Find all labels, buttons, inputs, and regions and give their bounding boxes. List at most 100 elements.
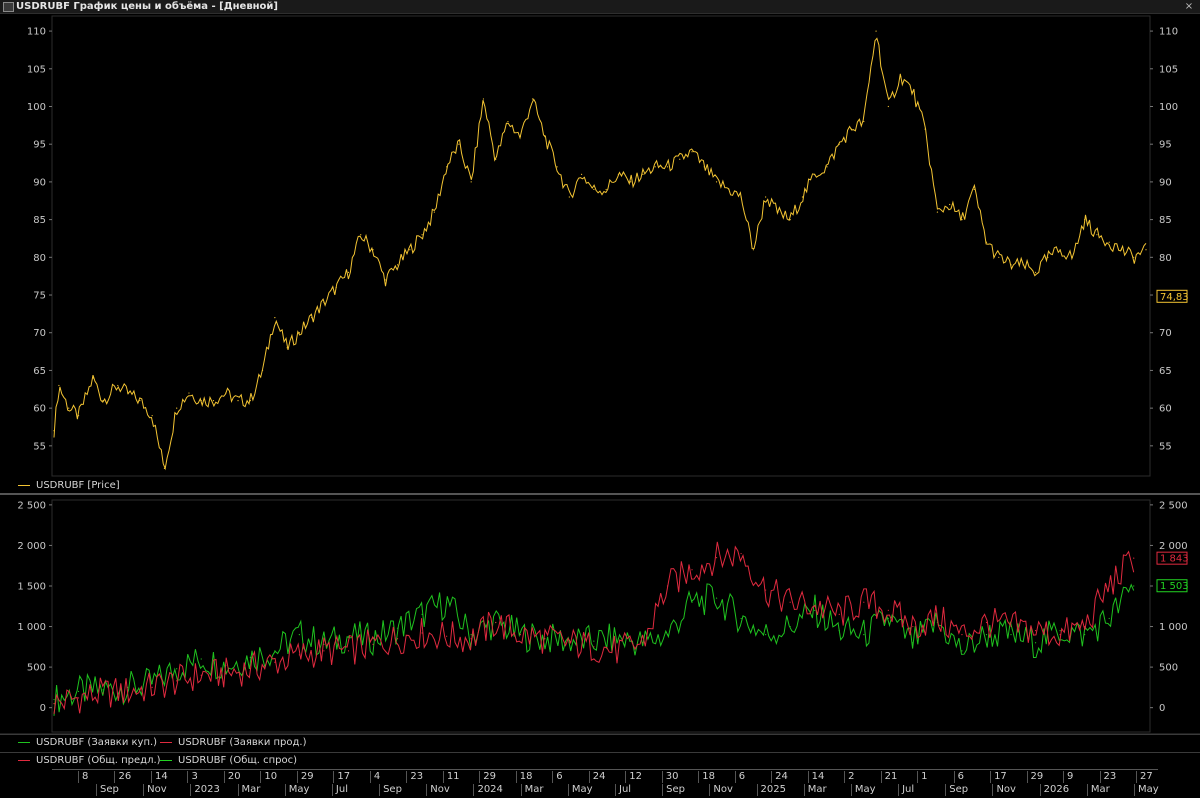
bid-orders-legend: USDRUBF (Заявки куп.): [18, 736, 157, 750]
data-point: [654, 166, 656, 168]
time-label-bottom: Mar: [524, 784, 544, 795]
time-tick: [662, 784, 664, 796]
time-tick: [615, 784, 616, 796]
time-tick: [1099, 771, 1101, 783]
total-demand-value-label: 1 503: [1160, 581, 1189, 592]
data-point: [715, 181, 718, 183]
data-point: [936, 211, 939, 213]
time-label-top: 12: [629, 771, 642, 782]
data-point: [347, 650, 350, 652]
y-tick-label-left: 1 500: [17, 581, 46, 592]
data-point: [470, 634, 472, 636]
data-point: [1084, 219, 1086, 221]
time-tick: [917, 771, 919, 783]
data-point: [68, 407, 70, 409]
data-point: [92, 377, 94, 379]
time-label-bottom: Jul: [902, 784, 915, 795]
data-point: [850, 128, 853, 130]
time-tick: [426, 784, 428, 796]
data-point: [691, 151, 693, 153]
data-point: [470, 181, 472, 183]
time-label-bottom: May: [571, 784, 593, 795]
data-point: [838, 143, 840, 145]
data-point: [912, 90, 914, 93]
price-legend-label: USDRUBF [Price]: [36, 480, 120, 491]
data-point: [666, 585, 669, 587]
data-point: [740, 552, 742, 555]
y-tick-label-right: 0: [1159, 703, 1165, 714]
data-point: [900, 75, 902, 77]
y-tick-label-right: 105: [1159, 64, 1178, 75]
time-label-top: 29: [483, 771, 497, 782]
data-point: [495, 621, 497, 624]
time-tick: [78, 771, 79, 783]
series-line-1-0: [53, 583, 1135, 716]
data-point: [1071, 256, 1073, 258]
time-label-top: 24: [775, 771, 788, 782]
data-point: [102, 399, 104, 402]
data-point: [593, 640, 595, 642]
data-point: [765, 634, 767, 636]
data-point: [752, 249, 754, 251]
data-point: [1034, 630, 1037, 632]
data-point: [1133, 256, 1135, 258]
data-point: [53, 703, 55, 705]
data-point: [568, 196, 570, 198]
order-legend-bar: USDRUBF (Заявки куп.) USDRUBF (Заявки пр…: [0, 734, 1200, 751]
time-tick: [1026, 771, 1028, 783]
time-tick: [734, 771, 736, 783]
time-label-top: 10: [264, 771, 278, 782]
time-label-bottom: Nov: [996, 784, 1016, 795]
time-label-top: 26: [118, 771, 132, 782]
time-label-top: 20: [227, 771, 241, 782]
time-tick: [223, 771, 225, 783]
y-tick-label-right: 500: [1159, 663, 1178, 674]
time-label-top: 27: [1140, 771, 1153, 782]
time-tick: [661, 771, 663, 783]
data-point: [1022, 264, 1024, 266]
time-tick: [406, 771, 408, 783]
data-point: [53, 430, 55, 432]
y-tick-label-right: 85: [1159, 215, 1172, 226]
time-label-bottom: Sep: [383, 784, 402, 795]
y-tick-label-left: 70: [33, 328, 46, 339]
data-point: [949, 203, 951, 206]
total-demand-label: USDRUBF (Общ. спрос): [178, 755, 298, 766]
time-tick: [515, 771, 517, 783]
data-point: [274, 650, 276, 652]
data-point: [1084, 625, 1086, 628]
y-tick-label-left: 95: [33, 140, 46, 151]
y-tick-label-left: 100: [27, 102, 46, 113]
time-label-top: 4: [373, 771, 381, 782]
data-point: [298, 332, 300, 334]
data-point: [814, 609, 816, 611]
y-tick-label-left: 105: [27, 64, 46, 75]
data-point: [274, 661, 276, 663]
time-label-top: 24: [592, 771, 606, 782]
y-tick-label-left: 500: [27, 663, 46, 674]
data-point: [593, 646, 595, 648]
time-label-top: 14: [811, 771, 825, 782]
time-tick: [1136, 771, 1137, 783]
data-point: [77, 415, 80, 417]
time-label-top: 23: [1103, 771, 1117, 782]
data-point: [1145, 249, 1147, 251]
y-tick-label-right: 60: [1159, 404, 1172, 415]
data-point: [421, 613, 423, 615]
data-point: [323, 301, 325, 304]
data-point: [715, 556, 718, 559]
data-point: [102, 692, 104, 694]
time-tick: [333, 771, 335, 783]
time-label-bottom: Sep: [949, 784, 969, 795]
time-label-bottom: 2024: [477, 784, 503, 795]
data-point: [372, 249, 374, 251]
data-point: [691, 601, 693, 603]
data-point: [1059, 634, 1061, 636]
data-point: [347, 271, 350, 273]
data-point: [1108, 241, 1110, 243]
data-point: [887, 609, 889, 611]
data-point: [396, 638, 399, 640]
data-point: [261, 369, 264, 372]
data-point: [691, 569, 693, 571]
y-tick-label-left: 85: [33, 215, 46, 226]
